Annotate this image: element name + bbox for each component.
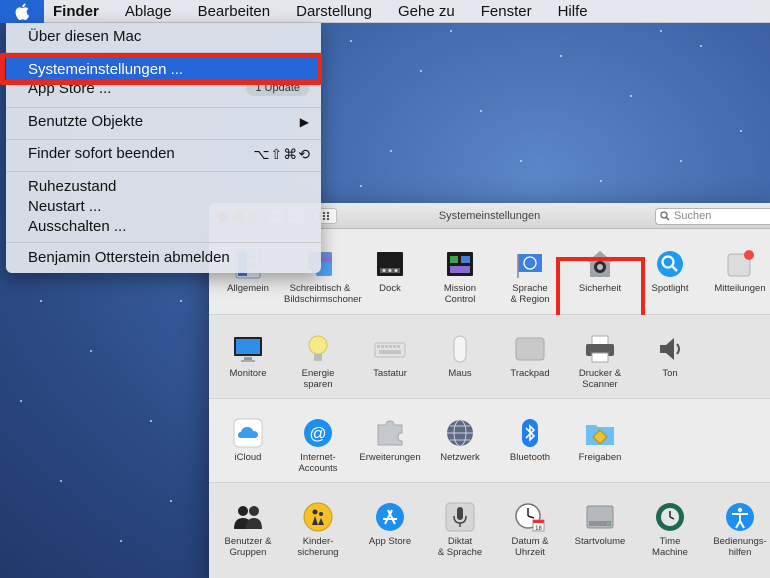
pref-mission-control[interactable]: Mission Control — [426, 248, 494, 305]
pref-diktat-sprache[interactable]: Diktat & Sprache — [426, 501, 494, 558]
pref-bluetooth[interactable]: Bluetooth — [496, 417, 564, 464]
pref-internet-accounts[interactable]: @ Internet- Accounts — [284, 417, 352, 474]
apple-menu-button[interactable] — [0, 0, 44, 23]
apple-logo-icon — [15, 3, 29, 20]
pref-benutzer-gruppen[interactable]: Benutzer & Gruppen — [214, 501, 282, 558]
keyboard-shortcut: ⌥⇧⌘⟲ — [253, 146, 311, 162]
users-icon — [234, 506, 262, 529]
svg-text:@: @ — [309, 424, 326, 443]
pref-erweiterungen[interactable]: Erweiterungen — [356, 417, 424, 464]
menu-item-force-quit[interactable]: Finder sofort beenden ⌥⇧⌘⟲ — [6, 142, 321, 166]
mouse-icon — [453, 335, 467, 363]
pref-time-machine[interactable]: Time Machine — [636, 501, 704, 558]
system-preferences-highlight-box — [0, 53, 322, 85]
menu-bearbeiten[interactable]: Bearbeiten — [185, 0, 284, 23]
menu-hilfe[interactable]: Hilfe — [545, 0, 601, 23]
pref-energie-sparen[interactable]: Energie sparen — [284, 333, 352, 390]
pref-datum-uhrzeit[interactable]: 18 Datum & Uhrzeit — [496, 501, 564, 558]
pref-freigaben[interactable]: Freigaben — [566, 417, 634, 464]
pref-maus[interactable]: Maus — [426, 333, 494, 380]
menu-ablage[interactable]: Ablage — [112, 0, 185, 23]
microphone-icon — [445, 502, 475, 532]
mission-control-icon — [447, 252, 473, 276]
pref-trackpad[interactable]: Trackpad — [496, 333, 564, 380]
menu-item-logout[interactable]: Benjamin Otterstein abmelden — [6, 246, 321, 270]
menu-item-recent-label: Benutzte Objekte — [28, 113, 144, 130]
time-machine-icon — [656, 503, 684, 531]
menu-separator — [6, 171, 321, 172]
svg-text:18: 18 — [535, 526, 542, 532]
menu-finder[interactable]: Finder — [44, 0, 112, 23]
search-input[interactable]: Suchen — [655, 208, 770, 225]
pref-icloud[interactable]: iCloud — [214, 417, 282, 464]
menu-item-about-mac[interactable]: Über diesen Mac — [6, 25, 321, 49]
pref-kindersicherung[interactable]: Kinder- sicherung — [284, 501, 352, 558]
pref-sprache-region[interactable]: Sprache & Region — [496, 248, 564, 305]
startup-disk-icon — [586, 505, 614, 529]
dock-icon — [377, 252, 403, 276]
pref-startvolume[interactable]: Startvolume — [566, 501, 634, 548]
display-icon — [234, 337, 262, 362]
parental-controls-icon — [303, 502, 333, 532]
pref-bedienungshilfen[interactable]: Bedienungs- hilfen — [706, 501, 770, 558]
search-placeholder: Suchen — [674, 210, 712, 222]
menu-gehe-zu[interactable]: Gehe zu — [385, 0, 468, 23]
spotlight-icon — [657, 251, 683, 277]
pref-mitteilungen[interactable]: Mitteilungen — [706, 248, 770, 295]
search-icon — [660, 211, 670, 226]
prefs-row-internet: iCloud @ Internet- Accounts Erweiterunge… — [209, 399, 770, 483]
pref-drucker-scanner[interactable]: Drucker & Scanner — [566, 333, 634, 390]
accessibility-icon — [726, 503, 754, 531]
pref-tastatur[interactable]: Tastatur — [356, 333, 424, 380]
language-flag-icon — [517, 254, 542, 278]
notifications-icon — [727, 250, 754, 277]
lightbulb-icon — [308, 335, 328, 361]
pref-netzwerk[interactable]: Netzwerk — [426, 417, 494, 464]
prefs-row-system: Benutzer & Gruppen Kinder- sicherung App… — [209, 483, 770, 578]
bluetooth-icon — [522, 419, 538, 447]
pref-spotlight[interactable]: Spotlight — [636, 248, 704, 295]
globe-network-icon — [447, 419, 473, 447]
icloud-icon — [233, 418, 263, 448]
menu-item-recent-items[interactable]: Benutzte Objekte ▶ — [6, 110, 321, 134]
speaker-icon — [660, 338, 680, 360]
trackpad-icon — [515, 337, 545, 361]
printer-icon — [586, 335, 614, 363]
pref-app-store[interactable]: App Store — [356, 501, 424, 548]
menu-fenster[interactable]: Fenster — [468, 0, 545, 23]
pref-monitore[interactable]: Monitore — [214, 333, 282, 380]
menu-item-force-quit-label: Finder sofort beenden — [28, 145, 175, 162]
menu-separator — [6, 139, 321, 140]
menu-item-shutdown[interactable]: Ausschalten ... — [6, 215, 321, 239]
app-store-icon — [376, 503, 404, 531]
menu-bar: Finder Ablage Bearbeiten Darstellung Geh… — [0, 0, 770, 23]
prefs-row-hardware: Monitore Energie sparen Tastatur Maus Tr… — [209, 315, 770, 399]
keyboard-icon — [374, 342, 406, 358]
menu-darstellung[interactable]: Darstellung — [283, 0, 385, 23]
clock-calendar-icon: 18 — [515, 503, 545, 532]
menu-separator — [6, 242, 321, 243]
submenu-arrow-icon: ▶ — [299, 115, 309, 129]
at-sign-icon: @ — [304, 419, 332, 447]
pref-dock[interactable]: Dock — [356, 248, 424, 295]
sharing-folder-icon — [586, 425, 614, 445]
menu-separator — [6, 107, 321, 108]
pref-ton[interactable]: Ton — [636, 333, 704, 380]
puzzle-icon — [377, 420, 403, 446]
